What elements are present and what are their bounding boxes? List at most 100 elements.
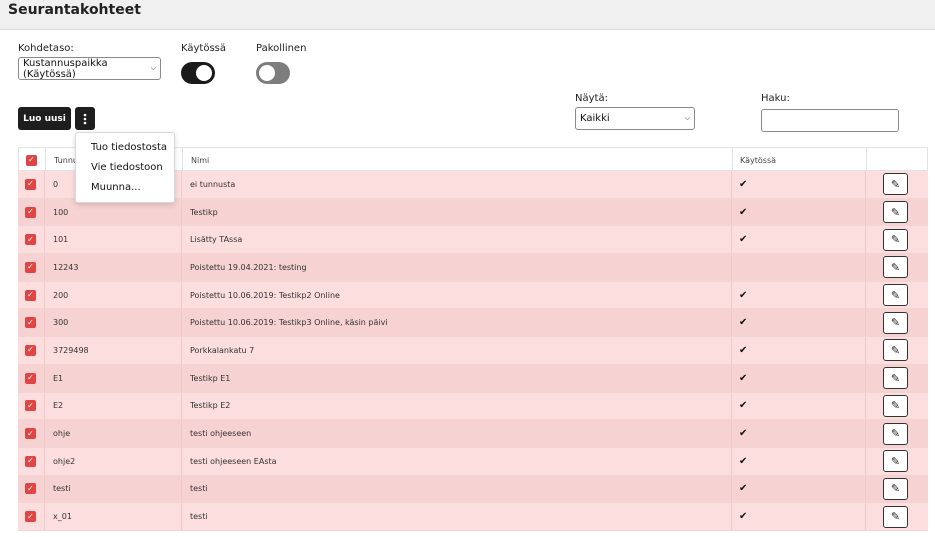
cell-nimi: testi xyxy=(190,484,208,494)
edit-button[interactable]: ✎ xyxy=(883,477,908,500)
cell-actions: ✎ xyxy=(883,365,908,392)
cell-kaytossa: ✔ xyxy=(739,171,747,198)
table-row[interactable]: ✓ E1 Testikp E1 ✔ ✎ xyxy=(18,364,928,393)
cell-nimi: testi xyxy=(190,512,208,522)
header-nimi[interactable]: Nimi xyxy=(191,148,209,172)
header-kaytossa[interactable]: Käytössä xyxy=(740,148,776,172)
checkmark-icon: ✔ xyxy=(739,317,748,329)
edit-button[interactable]: ✎ xyxy=(883,367,908,390)
row-checkbox[interactable]: ✓ xyxy=(25,178,36,190)
cell-kaytossa: ✔ xyxy=(739,226,747,253)
cell-tunnus: 0 xyxy=(53,179,59,189)
pencil-icon: ✎ xyxy=(890,399,901,413)
cell-tunnus: x_01 xyxy=(53,512,72,522)
cell-kaytossa: ✔ xyxy=(739,503,747,530)
edit-button[interactable]: ✎ xyxy=(883,284,908,307)
more-actions-menu: Tuo tiedostosta Vie tiedostoon Muunna... xyxy=(75,132,175,203)
cell-actions: ✎ xyxy=(883,282,908,309)
more-actions-button[interactable] xyxy=(75,107,95,130)
table-row[interactable]: ✓ 200 Poistettu 10.06.2019: Testikp2 Onlin… xyxy=(18,281,928,310)
cell-tunnus: ohje2 xyxy=(53,456,76,466)
cell-nimi: Lisätty TAssa xyxy=(190,235,243,245)
row-checkbox[interactable]: ✓ xyxy=(25,344,36,356)
row-select-cell: ✓ xyxy=(25,393,36,420)
checkmark-icon: ✔ xyxy=(739,483,748,495)
table-row[interactable]: ✓ 101 Lisätty TAssa ✔ ✎ xyxy=(18,226,928,255)
kohdetaso-select-value: Kustannuspaikka (Käytössä) xyxy=(23,57,108,80)
row-checkbox[interactable]: ✓ xyxy=(25,289,36,301)
pencil-icon: ✎ xyxy=(890,482,901,496)
row-select-cell: ✓ xyxy=(25,503,36,530)
row-checkbox[interactable]: ✓ xyxy=(25,206,36,218)
kebab-vertical-icon xyxy=(83,113,87,124)
row-checkbox[interactable]: ✓ xyxy=(25,511,36,523)
row-checkbox[interactable]: ✓ xyxy=(25,483,36,495)
page-header: Seurantakohteet xyxy=(0,0,935,28)
toggle-knob xyxy=(259,65,275,81)
table-row[interactable]: ✓ 300 Poistettu 10.06.2019: Testikp3 Onlin… xyxy=(18,309,928,338)
edit-button[interactable]: ✎ xyxy=(883,256,908,279)
row-checkbox[interactable]: ✓ xyxy=(25,455,36,467)
pencil-icon: ✎ xyxy=(890,510,901,524)
row-select-cell: ✓ xyxy=(25,254,36,281)
menu-item-import[interactable]: Tuo tiedostosta xyxy=(76,139,174,159)
pencil-icon: ✎ xyxy=(890,205,901,219)
row-checkbox[interactable]: ✓ xyxy=(25,400,36,412)
edit-button[interactable]: ✎ xyxy=(883,394,908,417)
table-row[interactable]: ✓ 3729498 Porkkalankatu 7 ✔ ✎ xyxy=(18,337,928,365)
row-select-cell: ✓ xyxy=(25,365,36,392)
cell-tunnus: 200 xyxy=(53,290,69,300)
kaytossa-toggle[interactable] xyxy=(181,62,215,84)
menu-item-convert[interactable]: Muunna... xyxy=(76,179,174,199)
menu-item-export[interactable]: Vie tiedostoon xyxy=(76,159,174,179)
row-checkbox[interactable]: ✓ xyxy=(25,317,36,329)
row-checkbox[interactable]: ✓ xyxy=(25,234,36,246)
pakollinen-toggle[interactable] xyxy=(256,62,290,84)
search-input[interactable] xyxy=(761,109,899,132)
cell-nimi: testi ohjeeseen EAsta xyxy=(190,456,277,466)
cell-actions: ✎ xyxy=(883,309,908,336)
row-checkbox[interactable]: ✓ xyxy=(25,428,36,440)
toggle-knob xyxy=(196,65,212,81)
cell-nimi: Porkkalankatu 7 xyxy=(190,345,255,355)
nayta-select[interactable]: Kaikki ⌵ xyxy=(575,107,695,130)
row-select-cell: ✓ xyxy=(25,337,36,364)
pencil-icon: ✎ xyxy=(890,233,901,247)
row-checkbox[interactable]: ✓ xyxy=(25,372,36,384)
table-row[interactable]: ✓ 12243 Poistettu 19.04.2021: testing ✎ xyxy=(18,254,928,282)
cell-kaytossa: ✔ xyxy=(739,282,747,309)
cell-kaytossa: ✔ xyxy=(739,476,747,503)
edit-button[interactable]: ✎ xyxy=(883,228,908,251)
select-all-checkbox[interactable]: ✓ xyxy=(26,154,37,166)
row-select-cell: ✓ xyxy=(25,171,36,198)
checkmark-icon: ✔ xyxy=(739,344,748,356)
checkmark-icon: ✔ xyxy=(739,511,748,523)
nayta-label: Näytä: xyxy=(575,93,608,104)
row-select-cell: ✓ xyxy=(25,226,36,253)
new-button[interactable]: Luo uusi xyxy=(18,107,71,130)
edit-button[interactable]: ✎ xyxy=(883,422,908,445)
select-all-cell: ✓ xyxy=(26,148,37,172)
cell-kaytossa: ✔ xyxy=(739,199,747,226)
table-row[interactable]: ✓ testi testi ✔ ✎ xyxy=(18,475,928,504)
table-row[interactable]: ✓ E2 Testikp E2 ✔ ✎ xyxy=(18,392,928,421)
checkmark-icon: ✔ xyxy=(739,178,748,190)
table-row[interactable]: ✓ x_01 testi ✔ ✎ xyxy=(18,503,928,531)
pencil-icon: ✎ xyxy=(890,427,901,441)
row-select-cell: ✓ xyxy=(25,448,36,475)
cell-actions: ✎ xyxy=(883,254,908,281)
row-checkbox[interactable]: ✓ xyxy=(25,261,36,273)
table-row[interactable]: ✓ ohje2 testi ohjeeseen EAsta ✔ ✎ xyxy=(18,447,928,476)
edit-button[interactable]: ✎ xyxy=(883,311,908,334)
kohdetaso-select[interactable]: Kustannuspaikka (Käytössä) ⌵ xyxy=(18,57,161,80)
edit-button[interactable]: ✎ xyxy=(883,450,908,473)
cell-kaytossa: ✔ xyxy=(739,365,747,392)
edit-button[interactable]: ✎ xyxy=(883,201,908,224)
table-row[interactable]: ✓ ohje testi ohjeeseen ✔ ✎ xyxy=(18,420,928,448)
cell-actions: ✎ xyxy=(883,337,908,364)
pencil-icon: ✎ xyxy=(890,371,901,385)
edit-button[interactable]: ✎ xyxy=(883,505,908,528)
edit-button[interactable]: ✎ xyxy=(883,173,908,196)
edit-button[interactable]: ✎ xyxy=(883,339,908,362)
cell-actions: ✎ xyxy=(883,199,908,226)
